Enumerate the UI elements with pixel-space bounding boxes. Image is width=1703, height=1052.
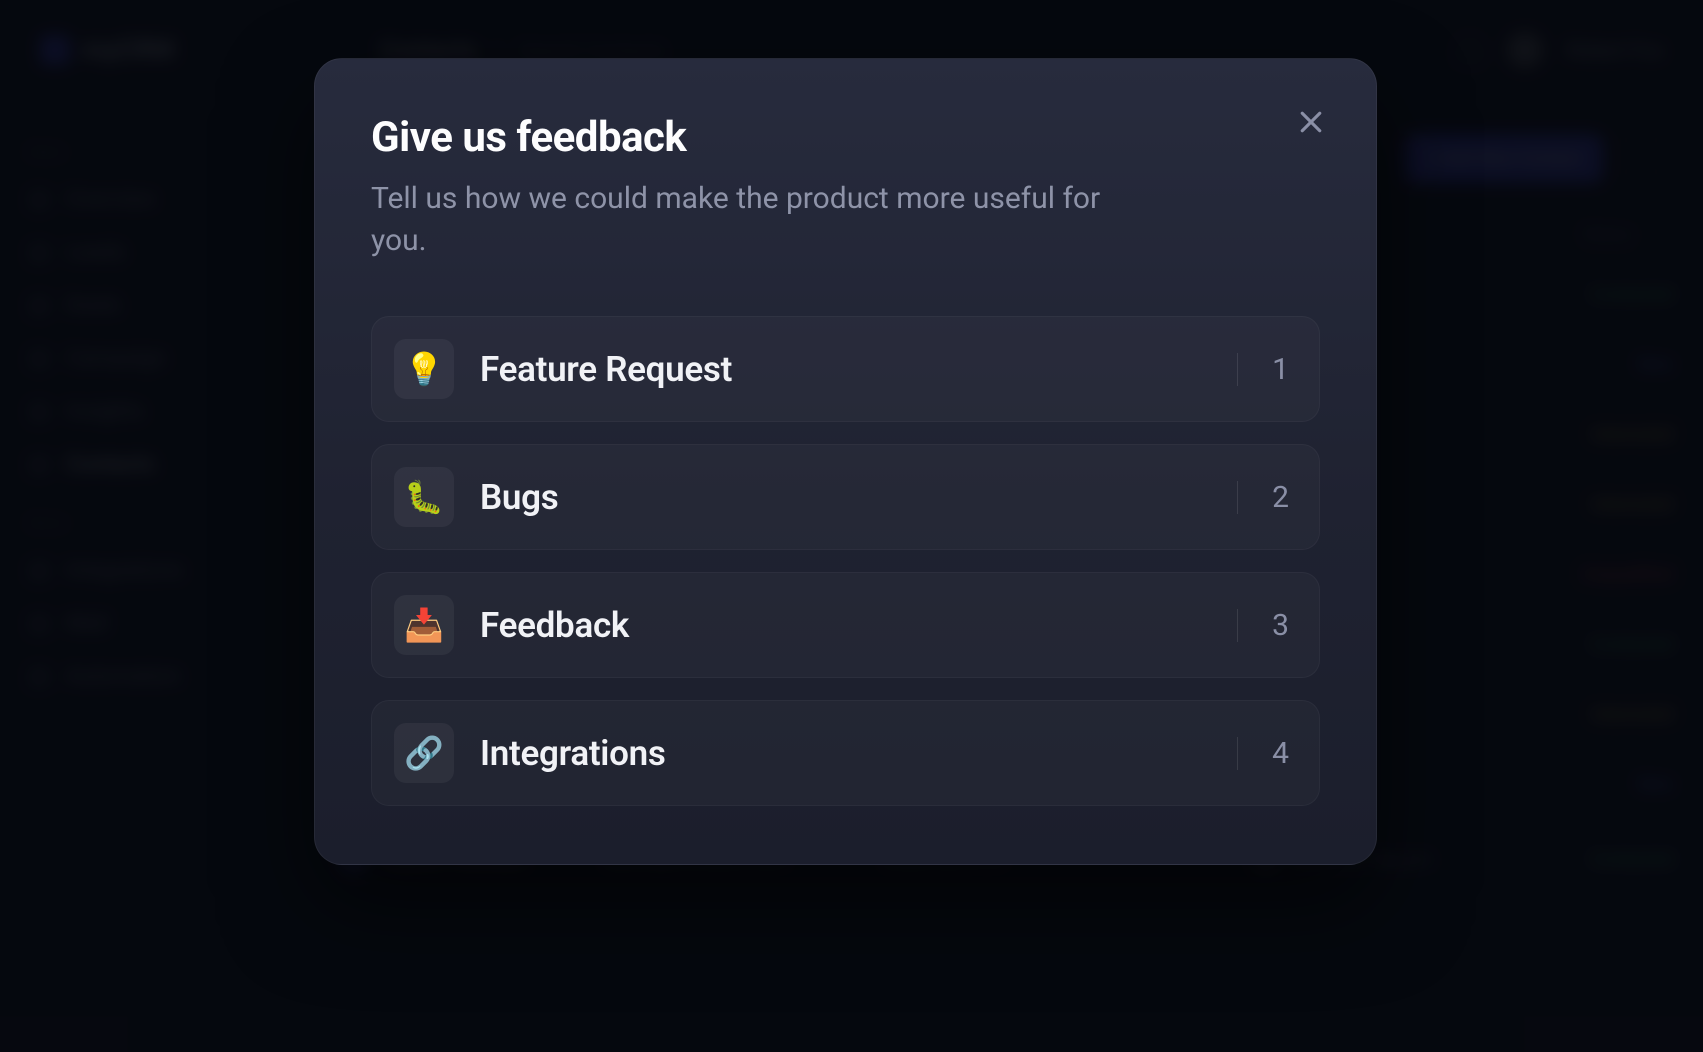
feedback-category-bugs[interactable]: 🐛 Bugs 2 (371, 444, 1320, 550)
link-icon: 🔗 (394, 723, 454, 783)
feedback-category-feature-request[interactable]: 💡 Feature Request 1 (371, 316, 1320, 422)
category-label: Integrations (480, 733, 666, 774)
category-label: Feature Request (480, 349, 732, 390)
category-shortcut: 3 (1237, 609, 1289, 642)
category-shortcut: 4 (1237, 737, 1289, 770)
category-shortcut: 1 (1237, 353, 1289, 386)
category-label: Feedback (480, 605, 629, 646)
modal-title: Give us feedback (371, 113, 1320, 162)
inbox-icon: 📥 (394, 595, 454, 655)
icon-glyph: 🐛 (404, 478, 444, 516)
bug-icon: 🐛 (394, 467, 454, 527)
feedback-category-list: 💡 Feature Request 1 🐛 Bugs 2 📥 Feedback … (371, 316, 1320, 806)
category-shortcut: 2 (1237, 481, 1289, 514)
close-icon (1296, 107, 1326, 137)
lightbulb-icon: 💡 (394, 339, 454, 399)
feedback-modal: Give us feedback Tell us how we could ma… (314, 58, 1377, 865)
category-label: Bugs (480, 477, 558, 518)
feedback-category-feedback[interactable]: 📥 Feedback 3 (371, 572, 1320, 678)
icon-glyph: 💡 (404, 350, 444, 388)
close-button[interactable] (1290, 101, 1332, 143)
modal-subtitle: Tell us how we could make the product mo… (371, 178, 1111, 262)
feedback-category-integrations[interactable]: 🔗 Integrations 4 (371, 700, 1320, 806)
icon-glyph: 📥 (404, 606, 444, 644)
icon-glyph: 🔗 (404, 734, 444, 772)
